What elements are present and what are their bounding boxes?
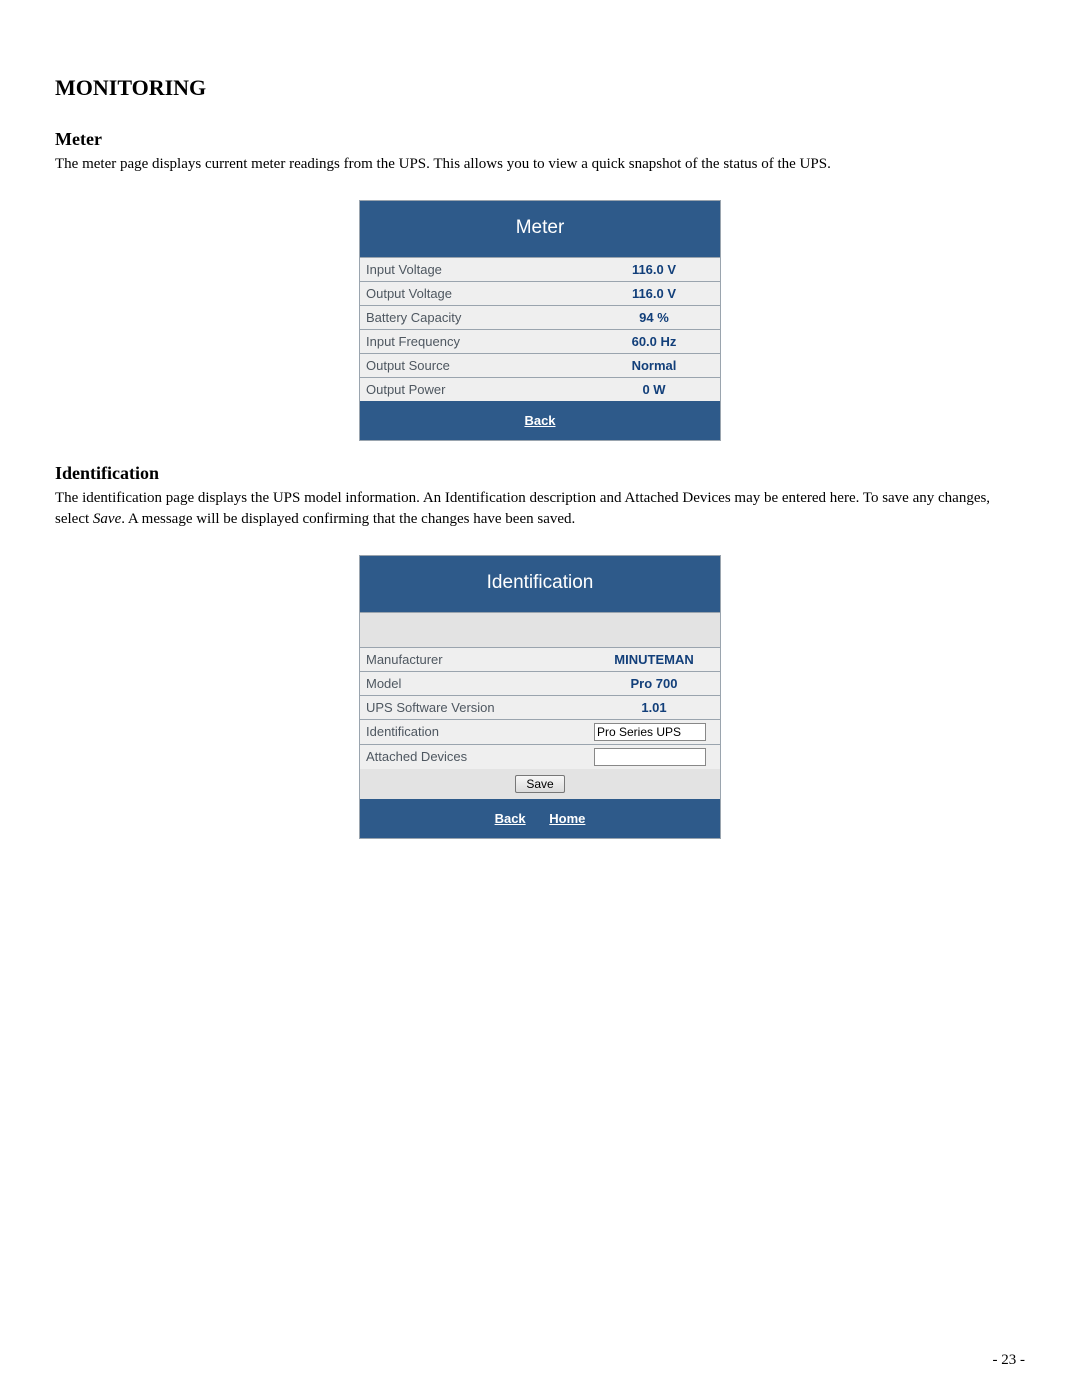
row-label: Attached Devices xyxy=(360,745,588,769)
row-value: MINUTEMAN xyxy=(588,648,720,671)
attached-devices-input[interactable] xyxy=(594,748,706,766)
home-link[interactable]: Home xyxy=(539,811,595,826)
identification-subheader xyxy=(360,613,720,648)
meter-rows: Input Voltage 116.0 V Output Voltage 116… xyxy=(360,258,720,401)
meter-panel-footer: Back xyxy=(360,401,720,440)
save-row: Save xyxy=(360,769,720,799)
table-row: Output Voltage 116.0 V xyxy=(360,282,720,306)
row-value: 0 W xyxy=(588,378,720,401)
meter-panel: Meter Input Voltage 116.0 V Output Volta… xyxy=(359,200,721,441)
row-value xyxy=(588,745,720,769)
table-row: Output Power 0 W xyxy=(360,378,720,401)
attached-devices-row: Attached Devices xyxy=(360,745,720,769)
identification-description: The identification page displays the UPS… xyxy=(55,488,1025,529)
row-label: Battery Capacity xyxy=(360,306,588,329)
table-row: UPS Software Version 1.01 xyxy=(360,696,720,720)
identification-panel-title: Identification xyxy=(360,556,720,613)
identification-panel-footer: Back Home xyxy=(360,799,720,838)
row-label: Input Frequency xyxy=(360,330,588,353)
row-value: 1.01 xyxy=(588,696,720,719)
table-row: Input Frequency 60.0 Hz xyxy=(360,330,720,354)
row-value: Normal xyxy=(588,354,720,377)
row-label: Output Voltage xyxy=(360,282,588,305)
identification-input[interactable] xyxy=(594,723,706,741)
row-label: Manufacturer xyxy=(360,648,588,671)
back-link[interactable]: Back xyxy=(485,811,536,826)
identification-rows: Manufacturer MINUTEMAN Model Pro 700 UPS… xyxy=(360,648,720,769)
meter-panel-title: Meter xyxy=(360,201,720,258)
row-label: Identification xyxy=(360,720,588,744)
table-row: Model Pro 700 xyxy=(360,672,720,696)
meter-description: The meter page displays current meter re… xyxy=(55,154,1025,174)
table-row: Manufacturer MINUTEMAN xyxy=(360,648,720,672)
row-label: UPS Software Version xyxy=(360,696,588,719)
row-value: 116.0 V xyxy=(588,282,720,305)
identification-heading: Identification xyxy=(55,463,1025,484)
table-row: Output Source Normal xyxy=(360,354,720,378)
table-row: Input Voltage 116.0 V xyxy=(360,258,720,282)
row-value xyxy=(588,720,720,744)
row-label: Output Source xyxy=(360,354,588,377)
row-value: Pro 700 xyxy=(588,672,720,695)
section-title: MONITORING xyxy=(55,75,1025,101)
row-value: 60.0 Hz xyxy=(588,330,720,353)
page-number: - 23 - xyxy=(993,1352,1026,1369)
back-link[interactable]: Back xyxy=(514,413,565,428)
save-button[interactable]: Save xyxy=(515,775,564,793)
identification-panel: Identification Manufacturer MINUTEMAN Mo… xyxy=(359,555,721,839)
row-value: 116.0 V xyxy=(588,258,720,281)
row-label: Model xyxy=(360,672,588,695)
row-label: Input Voltage xyxy=(360,258,588,281)
table-row: Battery Capacity 94 % xyxy=(360,306,720,330)
meter-heading: Meter xyxy=(55,129,1025,150)
identification-row: Identification xyxy=(360,720,720,745)
row-value: 94 % xyxy=(588,306,720,329)
row-label: Output Power xyxy=(360,378,588,401)
